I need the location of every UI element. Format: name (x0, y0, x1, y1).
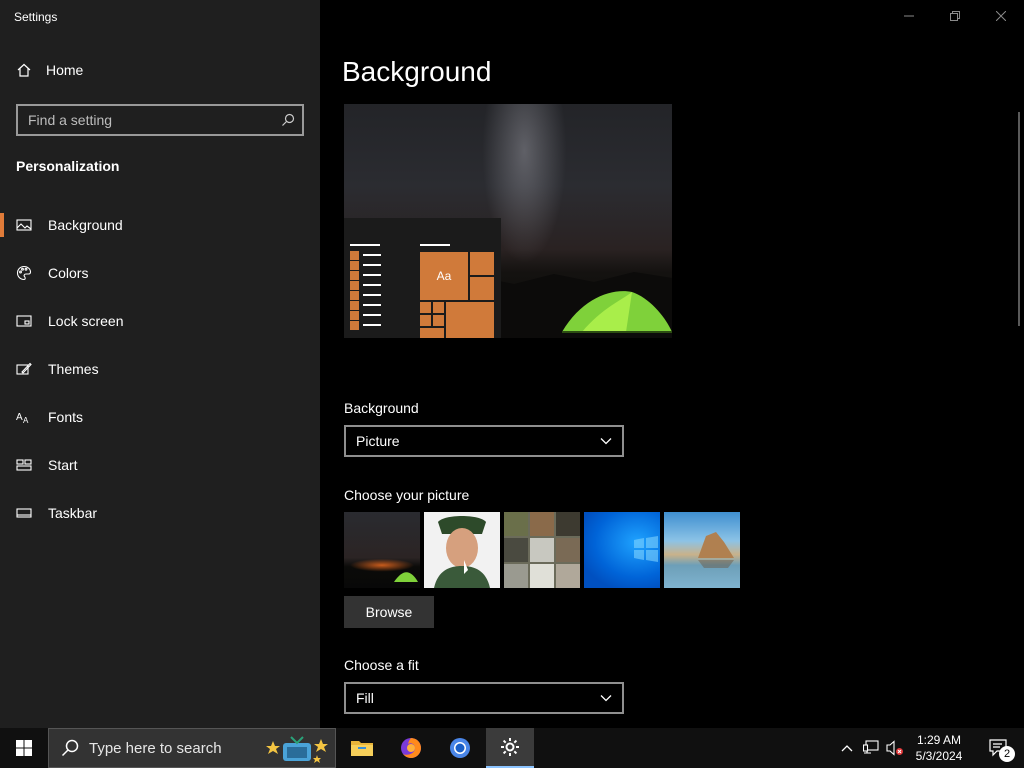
sidebar-item-themes[interactable]: Themes (0, 345, 320, 393)
search-icon (282, 113, 295, 126)
sidebar: Settings Home Personalization Background (0, 0, 320, 728)
section-title: Personalization (16, 158, 120, 174)
volume-muted-icon (886, 740, 903, 756)
home-icon (17, 63, 31, 77)
svg-text:A: A (16, 412, 23, 423)
background-dropdown[interactable]: Picture (344, 425, 624, 457)
lock-screen-icon (16, 315, 32, 327)
start-menu-mockup: Aa (344, 218, 501, 338)
volume-button[interactable] (884, 728, 906, 768)
file-explorer-button[interactable] (338, 728, 386, 768)
thumbnail-windows-logo[interactable] (584, 512, 660, 588)
browse-button[interactable]: Browse (344, 596, 434, 628)
system-clock[interactable]: 1:29 AM 5/3/2024 (904, 732, 974, 764)
taskbar-search[interactable]: Type here to search (48, 728, 336, 768)
thumbnail-night-tent[interactable] (344, 512, 420, 588)
clock-date: 5/3/2024 (915, 749, 963, 763)
window-controls (886, 0, 1024, 32)
sidebar-item-label: Colors (48, 265, 89, 281)
sidebar-item-taskbar[interactable]: Taskbar (0, 489, 320, 537)
thumbnail-cats-grid[interactable] (504, 512, 580, 588)
background-dropdown-value: Picture (356, 433, 400, 449)
search-icon (61, 739, 79, 757)
background-label: Background (344, 400, 419, 416)
firefox-button[interactable] (387, 728, 435, 768)
file-explorer-icon (351, 741, 373, 756)
sample-tile: Aa (420, 252, 468, 300)
close-button[interactable] (978, 0, 1024, 32)
search-button[interactable] (274, 106, 302, 134)
choose-fit-label: Choose a fit (344, 657, 419, 673)
minimize-button[interactable] (886, 0, 932, 32)
sidebar-item-start[interactable]: Start (0, 441, 320, 489)
svg-text:A: A (23, 416, 29, 425)
start-button[interactable] (0, 728, 48, 768)
thumbnail-portrait[interactable] (424, 512, 500, 588)
home-label: Home (46, 62, 84, 78)
notification-count-badge: 2 (999, 746, 1015, 762)
background-preview: Aa (344, 104, 672, 338)
sidebar-item-label: Start (48, 457, 78, 473)
choose-picture-label: Choose your picture (344, 487, 470, 503)
sidebar-item-colors[interactable]: Colors (0, 249, 320, 297)
show-hidden-icons-button[interactable] (836, 728, 858, 768)
app-title: Settings (14, 10, 58, 24)
sidebar-item-label: Fonts (48, 409, 84, 425)
sidebar-item-label: Themes (48, 361, 99, 377)
settings-search[interactable] (16, 104, 304, 136)
network-button[interactable] (860, 728, 882, 768)
notifications-button[interactable]: 2 (978, 728, 1018, 768)
main-content: Background Aa Background Picture Choose … (320, 0, 1024, 728)
restore-button[interactable] (932, 0, 978, 32)
start-app-list (350, 250, 381, 330)
taskbar-search-placeholder: Type here to search (89, 739, 222, 757)
restore-icon (950, 11, 960, 21)
minimize-icon (904, 15, 914, 17)
fit-dropdown-value: Fill (356, 690, 374, 706)
chromium-icon (450, 738, 470, 758)
tent-illustration (562, 291, 672, 333)
chevron-down-icon (600, 438, 612, 445)
close-icon (996, 11, 1006, 21)
sidebar-item-label: Lock screen (48, 313, 124, 329)
sidebar-item-lock-screen[interactable]: Lock screen (0, 297, 320, 345)
page-title: Background (342, 56, 492, 87)
settings-app-button[interactable] (486, 728, 534, 768)
start-icon (16, 459, 32, 471)
scrollbar[interactable] (1018, 112, 1020, 326)
image-icon (16, 219, 32, 231)
sidebar-item-label: Background (48, 217, 123, 233)
thumbnail-beach[interactable] (664, 512, 740, 588)
fit-dropdown[interactable]: Fill (344, 682, 624, 714)
chromium-button[interactable] (436, 728, 484, 768)
search-input[interactable] (18, 112, 274, 128)
search-highlight-icon (266, 736, 328, 763)
chevron-down-icon (600, 695, 612, 702)
picture-thumbnails (344, 512, 740, 588)
start-tiles: Aa (420, 252, 494, 338)
settings-gear-icon (501, 738, 519, 756)
sidebar-nav: Background Colors Lock screen Themes A A (0, 201, 320, 537)
home-link[interactable]: Home (16, 62, 83, 78)
windows-logo-icon (16, 740, 32, 756)
taskbar-icon (16, 508, 32, 518)
clock-time: 1:29 AM (916, 733, 962, 747)
network-icon (863, 740, 879, 754)
sidebar-item-background[interactable]: Background (0, 201, 320, 249)
firefox-icon (401, 738, 421, 758)
fonts-icon: A A (16, 412, 29, 425)
palette-icon (16, 265, 32, 281)
chevron-up-icon (841, 745, 853, 752)
taskbar: Type here to search 1:29 AM 5/3/2024 2 (0, 728, 1024, 768)
sidebar-item-label: Taskbar (48, 505, 98, 521)
themes-icon (16, 362, 32, 375)
sidebar-item-fonts[interactable]: A A Fonts (0, 393, 320, 441)
